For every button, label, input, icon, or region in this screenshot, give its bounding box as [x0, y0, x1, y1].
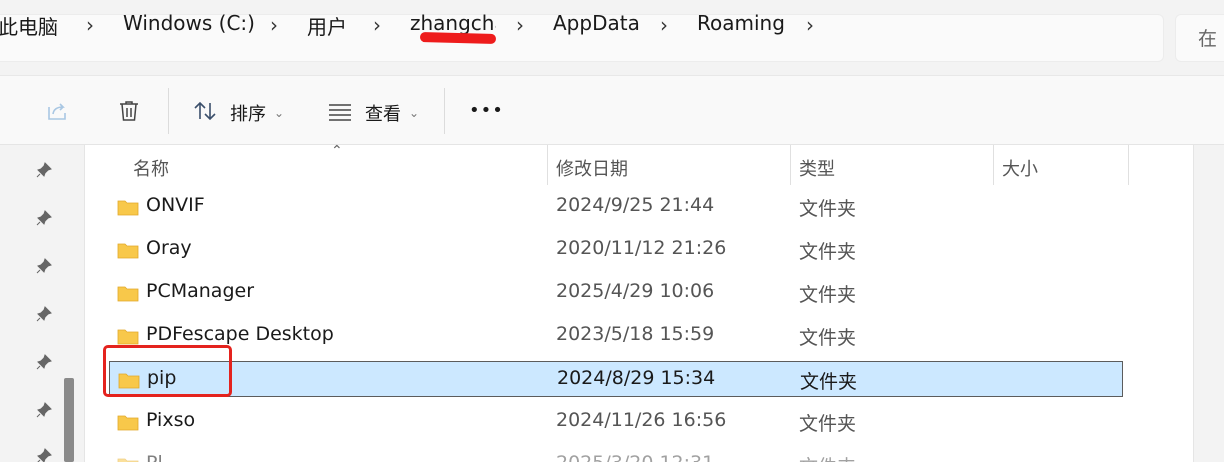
pin-icon[interactable]	[35, 401, 53, 419]
chevron-right-icon: ›	[516, 13, 524, 37]
view-label: 查看	[365, 104, 401, 125]
file-modified: 2024/9/25 21:44	[556, 194, 715, 216]
file-name: Pl...	[146, 452, 181, 462]
file-row[interactable]: PDFescape Desktop 2023/5/18 15:59 文件夹	[109, 318, 1123, 354]
toolbar-separator	[168, 88, 169, 134]
toolbar-separator	[444, 88, 445, 134]
trash-icon	[116, 98, 142, 128]
column-divider[interactable]	[547, 145, 548, 185]
file-type: 文件夹	[799, 198, 857, 220]
file-row[interactable]: Pl... 2025/3/20 12:31 文件夹	[109, 447, 1123, 462]
delete-button[interactable]	[116, 98, 142, 128]
folder-icon	[117, 200, 139, 216]
file-row[interactable]: Oray 2020/11/12 21:26 文件夹	[109, 232, 1123, 268]
breadcrumb-appdata[interactable]: AppData	[553, 11, 640, 35]
sort-button[interactable]: 排序 ⌄	[192, 98, 284, 128]
file-name: ONVIF	[146, 194, 205, 216]
chevron-down-icon: ⌄	[274, 106, 285, 120]
file-modified: 2023/5/18 15:59	[556, 323, 715, 345]
column-divider[interactable]	[993, 145, 994, 185]
pin-icon[interactable]	[35, 209, 53, 227]
file-type: 文件夹	[800, 371, 858, 393]
file-type: 文件夹	[799, 413, 857, 435]
more-options-button[interactable]: •••	[469, 100, 504, 121]
file-row[interactable]: Pixso 2024/11/26 16:56 文件夹	[109, 404, 1123, 440]
column-header-name[interactable]: 名称	[133, 155, 169, 181]
share-button[interactable]	[44, 98, 70, 128]
file-type: 文件夹	[799, 452, 856, 462]
column-divider[interactable]	[1128, 145, 1129, 185]
column-header-size[interactable]: 大小	[1002, 155, 1038, 181]
search-placeholder: 在	[1198, 28, 1218, 50]
nav-scrollbar-thumb[interactable]	[64, 378, 74, 462]
breadcrumb-roaming[interactable]: Roaming	[697, 11, 785, 35]
column-divider[interactable]	[790, 145, 791, 185]
file-name: PCManager	[146, 280, 255, 302]
annotation-highlight-box	[103, 345, 232, 397]
column-header-modified[interactable]: 修改日期	[556, 155, 628, 181]
chevron-down-icon: ⌄	[409, 106, 420, 120]
file-modified: 2020/11/12 21:26	[556, 237, 727, 259]
file-modified: 2025/4/29 10:06	[556, 280, 715, 302]
folder-icon	[117, 458, 139, 462]
file-type: 文件夹	[799, 241, 857, 263]
sort-label: 排序	[230, 104, 266, 125]
file-modified: 2024/8/29 15:34	[557, 367, 716, 389]
folder-icon	[117, 329, 139, 345]
share-icon	[44, 98, 70, 128]
address-bar-area: 此电脑 › Windows (C:) › 用户 › zhangchao › Ap…	[0, 0, 1224, 75]
folder-icon	[117, 415, 139, 431]
sort-ascending-icon: ⌃	[331, 143, 343, 159]
pin-icon[interactable]	[35, 353, 53, 371]
file-type: 文件夹	[799, 284, 857, 306]
list-view-icon	[327, 98, 353, 128]
chevron-right-icon: ›	[373, 13, 381, 37]
chevron-right-icon: ›	[270, 13, 278, 37]
folder-icon	[117, 286, 139, 302]
file-modified: 2024/11/26 16:56	[556, 409, 727, 431]
file-modified: 2025/3/20 12:31	[556, 452, 714, 462]
folder-icon	[117, 243, 139, 259]
file-row-selected[interactable]: pip 2024/8/29 15:34 文件夹	[109, 361, 1123, 397]
command-bar: 排序 ⌄ 查看 ⌄ •••	[0, 75, 1224, 145]
breadcrumb-drive-c[interactable]: Windows (C:)	[123, 11, 255, 35]
chevron-right-icon: ›	[86, 13, 94, 37]
column-header-type[interactable]: 类型	[799, 155, 835, 181]
file-name: Oray	[146, 237, 192, 259]
pin-icon[interactable]	[35, 305, 53, 323]
file-name: Pixso	[146, 409, 196, 431]
breadcrumb-users[interactable]: 用户	[307, 11, 347, 40]
pin-icon[interactable]	[35, 257, 53, 275]
sort-arrows-icon	[192, 98, 218, 128]
pin-icon[interactable]	[35, 447, 53, 462]
breadcrumb-this-pc[interactable]: 此电脑	[0, 11, 58, 40]
pin-icon[interactable]	[35, 161, 53, 179]
file-name: PDFescape Desktop	[146, 323, 334, 345]
file-list: ⌃ 名称 修改日期 类型 大小 ONVIF 2024/9/25 21:44 文件…	[84, 143, 1194, 462]
chevron-right-icon: ›	[660, 13, 668, 37]
file-row[interactable]: PCManager 2025/4/29 10:06 文件夹	[109, 275, 1123, 311]
redaction-mark	[419, 32, 497, 44]
file-row[interactable]: ONVIF 2024/9/25 21:44 文件夹	[109, 189, 1123, 225]
file-type: 文件夹	[799, 327, 857, 349]
chevron-right-icon[interactable]: ›	[806, 13, 814, 37]
view-button[interactable]: 查看 ⌄	[327, 98, 419, 128]
